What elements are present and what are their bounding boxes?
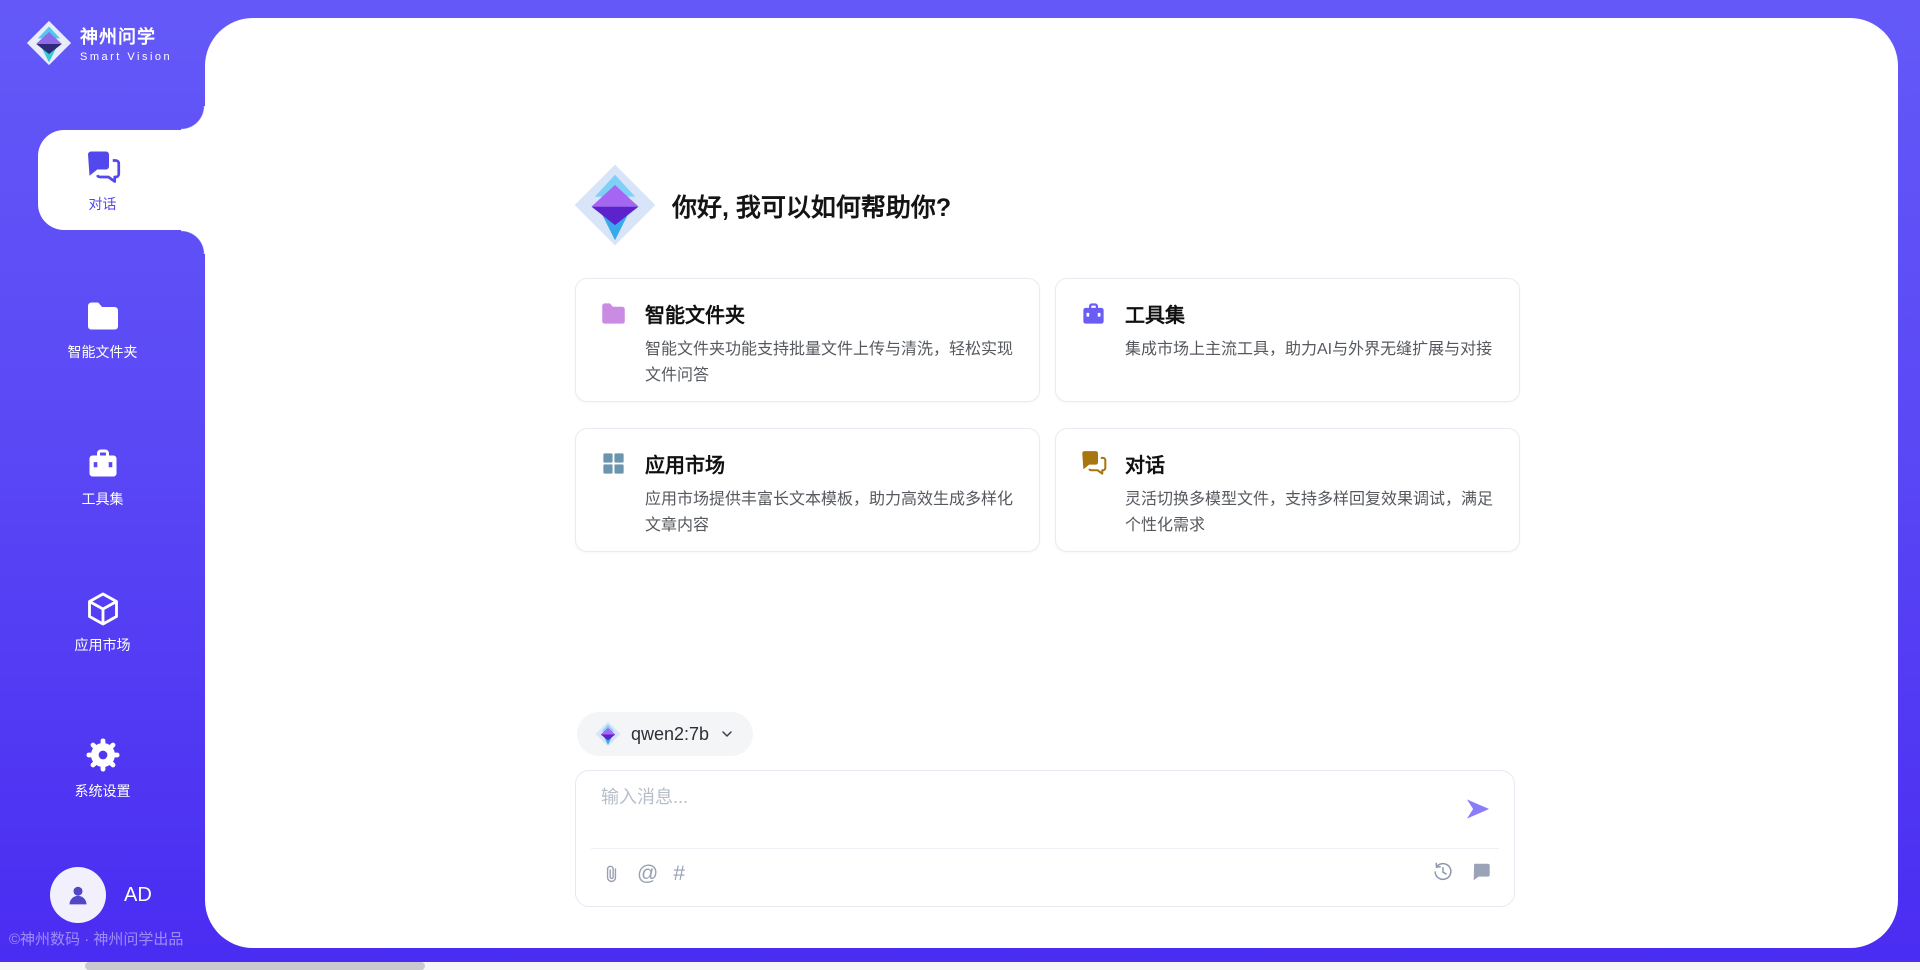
message-composer: @ # xyxy=(575,770,1515,907)
card-title: 工具集 xyxy=(1125,299,1185,328)
card-toolset[interactable]: 工具集 集成市场上主流工具，助力AI与外界无缝扩展与对接 xyxy=(1055,278,1520,402)
brand-logo-icon xyxy=(26,20,72,66)
sidebar-item-chat[interactable]: 对话 xyxy=(0,150,205,214)
card-description: 灵活切换多模型文件，支持多样回复效果调试，满足个性化需求 xyxy=(1125,487,1495,539)
sidebar-item-label: 系统设置 xyxy=(0,781,205,801)
card-title: 应用市场 xyxy=(645,449,725,478)
active-tab-flare-top xyxy=(181,106,205,130)
sidebar-item-label: 工具集 xyxy=(0,489,205,509)
brand-subtitle: Smart Vision xyxy=(80,51,172,63)
cube-icon xyxy=(85,591,121,627)
card-description: 智能文件夹功能支持批量文件上传与清洗，轻松实现文件问答 xyxy=(645,337,1015,389)
horizontal-scrollbar-thumb[interactable] xyxy=(85,962,425,970)
composer-divider xyxy=(591,848,1499,849)
user-initials: AD xyxy=(124,884,152,907)
brand-diamond-icon xyxy=(573,163,657,247)
main-content-panel: 你好, 我可以如何帮助你? 智能文件夹 智能文件夹功能支持批量文件上传与清洗，轻… xyxy=(205,18,1898,948)
sidebar-item-label: 应用市场 xyxy=(0,635,205,655)
model-diamond-icon xyxy=(595,721,621,747)
toolbox-icon xyxy=(1080,300,1107,327)
history-icon[interactable] xyxy=(1432,861,1454,883)
brand-name: 神州问学 xyxy=(80,23,172,49)
attach-file-button[interactable] xyxy=(601,863,622,884)
card-description: 应用市场提供丰富长文本模板，助力高效生成多样化文章内容 xyxy=(645,487,1015,539)
paperclip-icon xyxy=(601,863,622,884)
model-selector[interactable]: qwen2:7b xyxy=(577,712,753,756)
card-app-market[interactable]: 应用市场 应用市场提供丰富长文本模板，助力高效生成多样化文章内容 xyxy=(575,428,1040,552)
horizontal-scrollbar-track xyxy=(0,962,1920,970)
person-icon xyxy=(63,880,93,910)
copyright-note: ©神州数码 · 神州问学出品 xyxy=(9,928,183,949)
card-description: 集成市场上主流工具，助力AI与外界无缝扩展与对接 xyxy=(1125,337,1495,363)
toolbox-icon xyxy=(85,445,121,481)
chat-icon xyxy=(1080,450,1107,477)
grid-icon xyxy=(600,450,627,477)
greeting-title: 你好, 我可以如何帮助你? xyxy=(672,188,951,224)
card-smart-folder[interactable]: 智能文件夹 智能文件夹功能支持批量文件上传与清洗，轻松实现文件问答 xyxy=(575,278,1040,402)
folder-icon xyxy=(600,300,627,327)
chat-icon xyxy=(85,150,121,186)
send-button[interactable] xyxy=(1464,795,1492,823)
model-name: qwen2:7b xyxy=(631,724,709,745)
chat-bubble-icon[interactable] xyxy=(1470,861,1492,883)
card-title: 智能文件夹 xyxy=(645,299,745,328)
sidebar: 神州问学 Smart Vision 对话 智能文件夹 工具集 应用市场 系统设置 xyxy=(0,0,205,970)
user-account[interactable]: AD xyxy=(50,867,152,923)
avatar xyxy=(50,867,106,923)
active-tab-flare-bottom xyxy=(181,230,205,254)
sidebar-item-settings[interactable]: 系统设置 xyxy=(0,737,205,801)
sidebar-item-smart-folder[interactable]: 智能文件夹 xyxy=(0,298,205,362)
mention-button[interactable]: @ xyxy=(637,863,658,884)
card-chat[interactable]: 对话 灵活切换多模型文件，支持多样回复效果调试，满足个性化需求 xyxy=(1055,428,1520,552)
send-icon xyxy=(1464,795,1492,823)
card-title: 对话 xyxy=(1125,449,1165,478)
sidebar-item-toolset[interactable]: 工具集 xyxy=(0,445,205,509)
sidebar-item-label: 智能文件夹 xyxy=(0,342,205,362)
brand: 神州问学 Smart Vision xyxy=(26,20,172,66)
sidebar-item-app-market[interactable]: 应用市场 xyxy=(0,591,205,655)
folder-icon xyxy=(85,298,121,334)
sidebar-item-label: 对话 xyxy=(0,194,205,214)
hashtag-button[interactable]: # xyxy=(673,863,685,884)
message-input[interactable] xyxy=(601,783,1421,843)
gear-icon xyxy=(85,737,121,773)
chevron-down-icon xyxy=(719,726,735,742)
